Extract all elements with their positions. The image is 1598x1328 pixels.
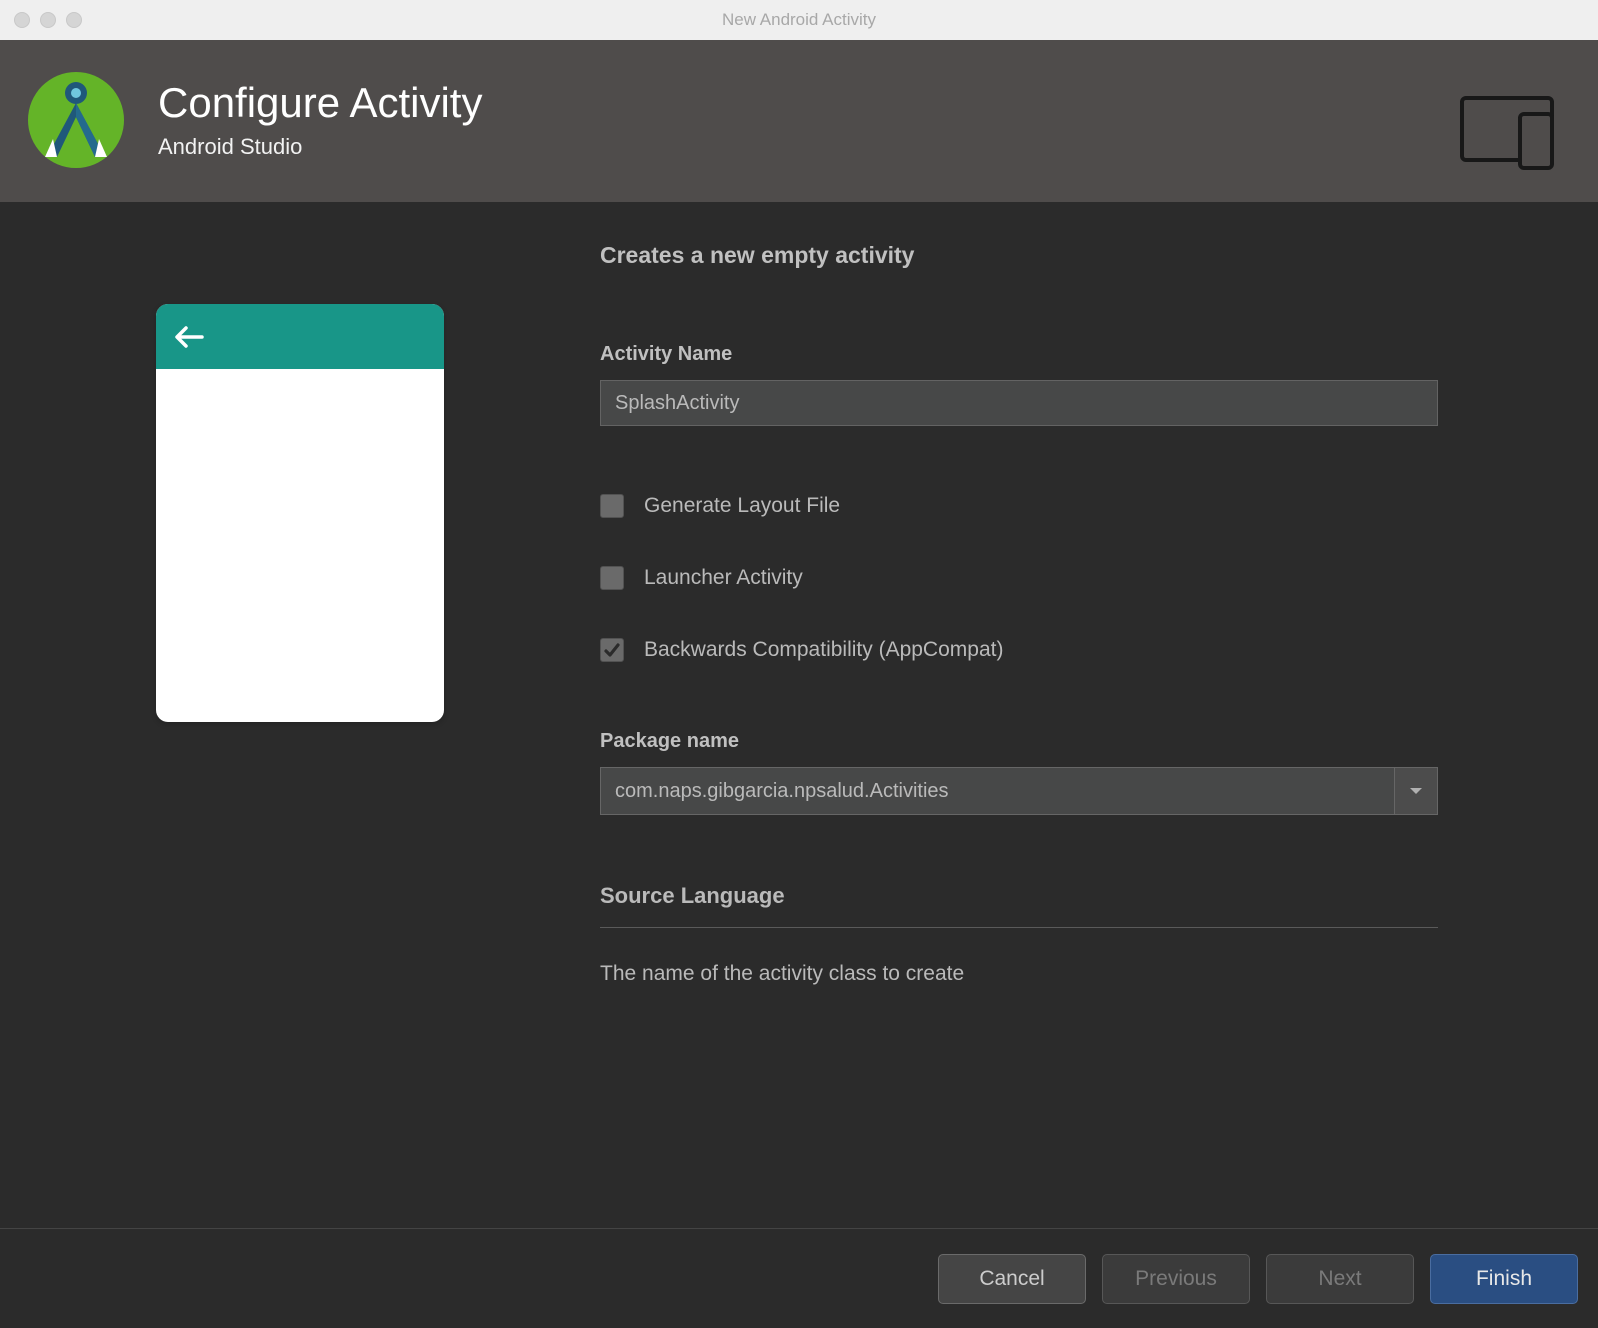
package-name-group: Package name <box>600 730 1438 815</box>
form-column: Creates a new empty activity Activity Na… <box>600 242 1598 1190</box>
phone-preview-appbar <box>156 304 444 369</box>
launcher-activity-label: Launcher Activity <box>644 566 803 590</box>
activity-preview-column <box>0 242 600 1190</box>
previous-button[interactable]: Previous <box>1102 1254 1250 1304</box>
form-description: Creates a new empty activity <box>600 242 1438 269</box>
activity-name-label: Activity Name <box>600 343 1438 366</box>
back-arrow-icon <box>174 325 204 349</box>
generate-layout-label: Generate Layout File <box>644 494 840 518</box>
activity-name-input[interactable] <box>600 380 1438 426</box>
generate-layout-group: Generate Layout File <box>600 494 1438 518</box>
android-studio-logo-icon <box>28 72 124 168</box>
source-language-group: Source Language The name of the activity… <box>600 883 1438 986</box>
page-subtitle: Android Studio <box>158 134 1570 160</box>
backwards-compat-label: Backwards Compatibility (AppCompat) <box>644 638 1003 662</box>
cancel-button[interactable]: Cancel <box>938 1254 1086 1304</box>
page-title: Configure Activity <box>158 80 1570 126</box>
finish-button[interactable]: Finish <box>1430 1254 1578 1304</box>
package-name-input[interactable] <box>600 767 1394 815</box>
package-name-dropdown-button[interactable] <box>1394 767 1438 815</box>
divider <box>600 927 1438 928</box>
source-language-label: Source Language <box>600 883 1438 909</box>
close-window-button[interactable] <box>14 12 30 28</box>
traffic-lights <box>0 12 82 28</box>
helper-text: The name of the activity class to create <box>600 962 1438 986</box>
backwards-compat-group: Backwards Compatibility (AppCompat) <box>600 638 1438 662</box>
generate-layout-checkbox[interactable] <box>600 494 624 518</box>
phone-preview <box>156 304 444 722</box>
minimize-window-button[interactable] <box>40 12 56 28</box>
phone-preview-icon <box>1460 96 1568 175</box>
titlebar: New Android Activity <box>0 0 1598 40</box>
next-button[interactable]: Next <box>1266 1254 1414 1304</box>
launcher-activity-group: Launcher Activity <box>600 566 1438 590</box>
header: Configure Activity Android Studio <box>0 40 1598 202</box>
footer: Cancel Previous Next Finish <box>0 1228 1598 1328</box>
window-title: New Android Activity <box>0 10 1598 30</box>
content: Creates a new empty activity Activity Na… <box>0 202 1598 1190</box>
launcher-activity-checkbox[interactable] <box>600 566 624 590</box>
zoom-window-button[interactable] <box>66 12 82 28</box>
header-text: Configure Activity Android Studio <box>158 80 1570 160</box>
package-name-label: Package name <box>600 730 1438 753</box>
chevron-down-icon <box>1409 786 1423 796</box>
backwards-compat-checkbox[interactable] <box>600 638 624 662</box>
activity-name-group: Activity Name <box>600 343 1438 426</box>
